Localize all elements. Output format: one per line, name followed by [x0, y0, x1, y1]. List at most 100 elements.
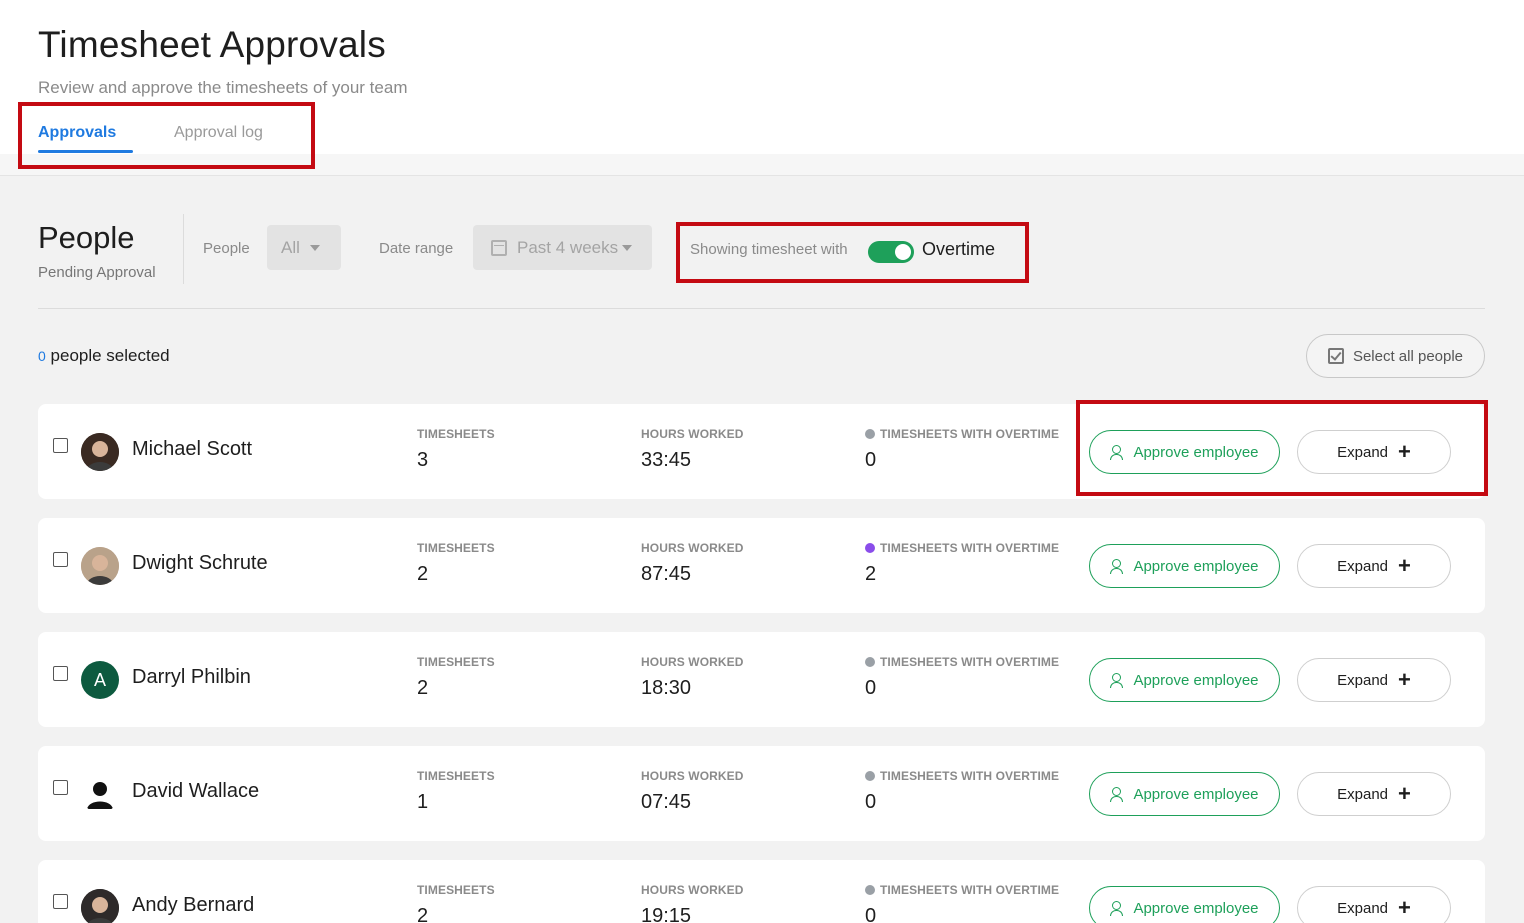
hours-worked-value: 07:45: [641, 791, 692, 813]
overtime-value: 0: [865, 905, 877, 923]
employee-name: Darryl Philbin: [132, 666, 251, 688]
overtime-label: TIMESHEETS WITH OVERTIME: [865, 883, 1059, 897]
chevron-down-icon: [309, 244, 320, 251]
approve-label: Approve employee: [1133, 557, 1259, 575]
timesheets-value: 1: [417, 791, 429, 813]
expand-button[interactable]: Expand +: [1297, 772, 1451, 816]
overtime-icon: [865, 657, 875, 667]
approve-label: Approve employee: [1133, 899, 1259, 917]
plus-icon: +: [1398, 781, 1411, 806]
avatar-photo: [81, 547, 119, 585]
avatar-photo: [81, 889, 119, 923]
overtime-label: TIMESHEETS WITH OVERTIME: [865, 655, 1059, 669]
hours-worked-value: 18:30: [641, 677, 692, 699]
expand-button[interactable]: Expand +: [1297, 544, 1451, 588]
hours-worked-label: HOURS WORKED: [641, 427, 744, 441]
employee-name: Michael Scott: [132, 438, 253, 460]
row-checkbox[interactable]: [53, 438, 68, 453]
avatar: [81, 547, 119, 585]
hours-worked-label: HOURS WORKED: [641, 883, 744, 897]
timesheets-value: 2: [417, 677, 429, 699]
overtime-value: 0: [865, 449, 877, 471]
user-silhouette-icon: [87, 782, 113, 809]
overtime-label: TIMESHEETS WITH OVERTIME: [865, 541, 1059, 555]
date-range-select[interactable]: Past 4 weeks: [473, 225, 652, 270]
people-filter-value: All: [281, 237, 300, 257]
section-title: People: [38, 220, 135, 255]
employee-row: A Darryl Philbin TIMESHEETS 2 HOURS WORKED 18…: [38, 632, 1485, 727]
timesheets-label: TIMESHEETS: [417, 427, 495, 441]
employee-name: Dwight Schrute: [132, 552, 268, 574]
date-range-label: Date range: [379, 240, 454, 257]
overtime-label: TIMESHEETS WITH OVERTIME: [865, 427, 1059, 441]
user-check-icon: [1110, 559, 1126, 574]
timesheets-label: TIMESHEETS: [417, 541, 495, 555]
approve-employee-button[interactable]: Approve employee: [1089, 772, 1280, 816]
overtime-icon: [865, 885, 875, 895]
row-checkbox[interactable]: [53, 666, 68, 681]
avatar: [81, 889, 119, 923]
timesheets-value: 2: [417, 563, 429, 585]
employee-name: Andy Bernard: [132, 894, 255, 916]
employee-row: David Wallace TIMESHEETS 1 HOURS WORKED 07:4…: [38, 746, 1485, 841]
select-all-people-button[interactable]: Select all people: [1306, 334, 1485, 378]
timesheets-label: TIMESHEETS: [417, 883, 495, 897]
date-range-value: Past 4 weeks: [517, 237, 619, 257]
expand-label: Expand: [1337, 899, 1388, 917]
filter-separator: [38, 308, 1485, 309]
expand-label: Expand: [1337, 785, 1388, 803]
selected-count-number: 0: [38, 348, 46, 364]
expand-button[interactable]: Expand +: [1297, 658, 1451, 702]
select-all-label: Select all people: [1352, 347, 1464, 365]
overtime-value: 2: [865, 563, 877, 585]
approve-employee-button[interactable]: Approve employee: [1089, 886, 1280, 923]
overtime-label-text: TIMESHEETS WITH OVERTIME: [880, 541, 1060, 555]
section-subtitle: Pending Approval: [38, 264, 156, 281]
hours-worked-label: HOURS WORKED: [641, 769, 744, 783]
overtime-label-text: TIMESHEETS WITH OVERTIME: [880, 769, 1060, 783]
row-checkbox[interactable]: [53, 552, 68, 567]
overtime-label: TIMESHEETS WITH OVERTIME: [865, 769, 1059, 783]
user-check-icon: [1110, 673, 1126, 688]
timesheets-label: TIMESHEETS: [417, 655, 495, 669]
timesheets-value: 3: [417, 449, 429, 471]
expand-button[interactable]: Expand +: [1297, 886, 1451, 923]
people-filter-label: People: [203, 240, 250, 257]
avatar-initial: A: [93, 669, 106, 690]
plus-icon: +: [1398, 667, 1411, 692]
hours-worked-label: HOURS WORKED: [641, 655, 744, 669]
user-check-icon: [1110, 901, 1126, 916]
calendar-icon: [491, 239, 507, 256]
employee-row: Dwight Schrute TIMESHEETS 2 HOURS WORKED 87:…: [38, 518, 1485, 613]
chevron-down-icon: [622, 244, 633, 251]
hours-worked-value: 19:15: [641, 905, 692, 923]
approve-label: Approve employee: [1133, 785, 1259, 803]
hours-worked-value: 33:45: [641, 449, 692, 471]
overtime-label-text: TIMESHEETS WITH OVERTIME: [880, 883, 1060, 897]
expand-label: Expand: [1337, 671, 1388, 689]
highlight-tabs: [18, 102, 315, 169]
highlight-row-actions: [1076, 400, 1488, 496]
people-selected-count: 0 people selected: [38, 346, 170, 366]
approve-employee-button[interactable]: Approve employee: [1089, 658, 1280, 702]
row-checkbox[interactable]: [53, 894, 68, 909]
avatar: [81, 433, 119, 471]
overtime-icon: [865, 429, 875, 439]
employee-name: David Wallace: [132, 780, 260, 802]
people-filter-select[interactable]: All: [267, 225, 341, 270]
plus-icon: +: [1398, 895, 1411, 920]
hours-worked-label: HOURS WORKED: [641, 541, 744, 555]
overtime-value: 0: [865, 677, 877, 699]
timesheets-label: TIMESHEETS: [417, 769, 495, 783]
user-check-icon: [1110, 787, 1126, 802]
avatar: A: [81, 661, 119, 699]
hours-worked-value: 87:45: [641, 563, 692, 585]
approve-employee-button[interactable]: Approve employee: [1089, 544, 1280, 588]
overtime-label-text: TIMESHEETS WITH OVERTIME: [880, 655, 1060, 669]
overtime-label-text: TIMESHEETS WITH OVERTIME: [880, 427, 1060, 441]
plus-icon: +: [1398, 553, 1411, 578]
employee-row: Andy Bernard TIMESHEETS 2 HOURS WORKED 19:15…: [38, 860, 1485, 923]
approve-label: Approve employee: [1133, 671, 1259, 689]
row-checkbox[interactable]: [53, 780, 68, 795]
highlight-overtime-filter: [676, 222, 1029, 283]
